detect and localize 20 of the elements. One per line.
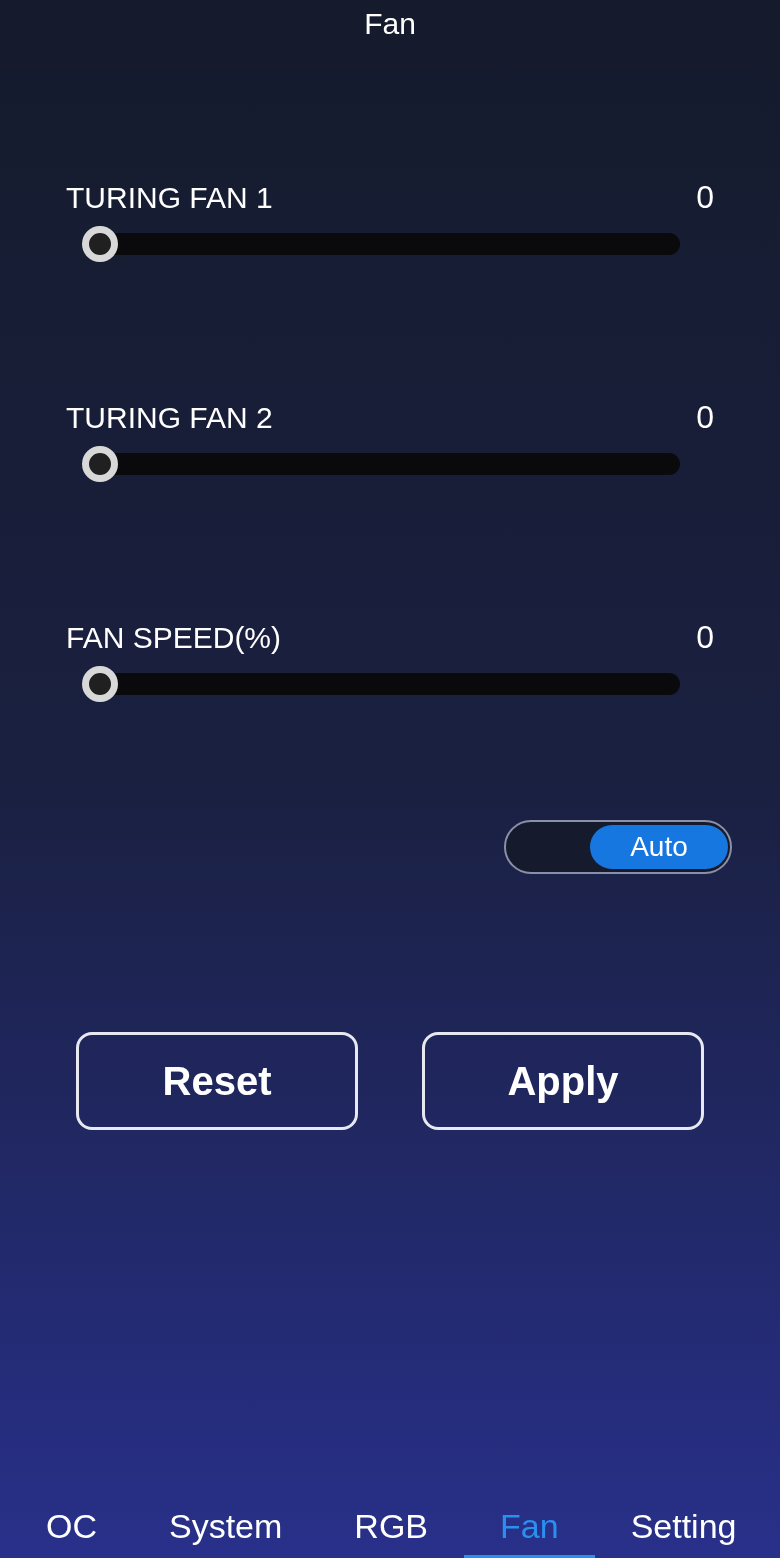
slider-value: 0 bbox=[696, 618, 714, 657]
nav-tab[interactable]: OC bbox=[10, 1498, 133, 1558]
mode-switch[interactable]: Auto bbox=[504, 820, 732, 874]
slider-value: 0 bbox=[696, 398, 714, 437]
slider[interactable] bbox=[82, 666, 680, 702]
slider[interactable] bbox=[82, 446, 680, 482]
slider[interactable] bbox=[82, 226, 680, 262]
slider-thumb[interactable] bbox=[82, 666, 118, 702]
nav-tab[interactable]: System bbox=[133, 1498, 319, 1558]
slider-label: FAN SPEED(%) bbox=[66, 619, 282, 656]
nav-tab[interactable]: RGB bbox=[318, 1498, 465, 1558]
slider-thumb[interactable] bbox=[82, 446, 118, 482]
slider-thumb[interactable] bbox=[82, 226, 118, 262]
apply-button[interactable]: Apply bbox=[422, 1032, 704, 1130]
slider-label: TURING FAN 2 bbox=[66, 399, 273, 436]
slider-value: 0 bbox=[696, 178, 714, 217]
screen-title: Fan bbox=[364, 5, 416, 42]
nav-tab[interactable]: Setting bbox=[594, 1498, 773, 1558]
reset-button[interactable]: Reset bbox=[76, 1032, 358, 1130]
slider-label: TURING FAN 1 bbox=[66, 179, 273, 216]
